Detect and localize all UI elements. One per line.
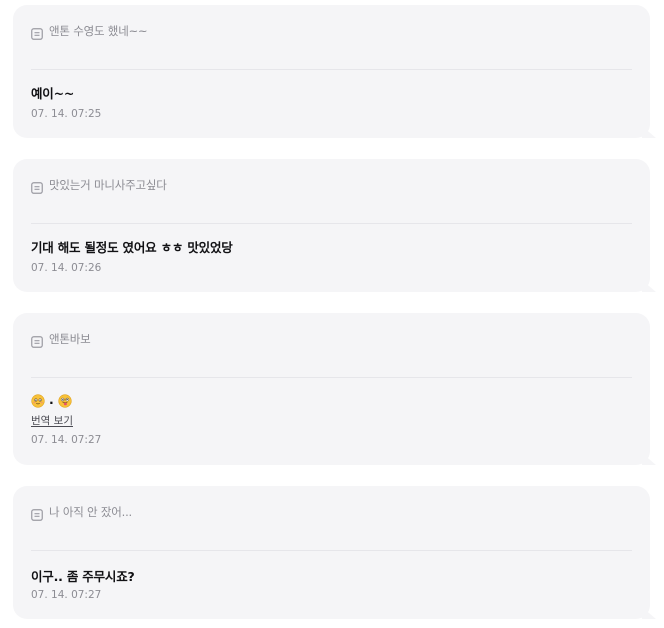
message-feed: 앤톤 수영도 했네~~ 예이~~ 07. 14. 07:25 맛있는거 마니사주… [0, 0, 664, 628]
divider [31, 550, 632, 551]
message-card[interactable]: 나 아직 안 잤어... 이구.. 좀 주무시죠? 07. 14. 07:27 [13, 486, 650, 619]
reply-text: 기대 해도 될정도 였어요 ㅎㅎ 맛있었당 [31, 240, 233, 255]
timestamp: 07. 14. 07:26 [31, 262, 102, 274]
translate-link[interactable]: 번역 보기 [31, 413, 73, 428]
divider [31, 377, 632, 378]
quoted-text: 앤톤 수영도 했네~~ [49, 24, 148, 38]
reply-separator: . [49, 392, 54, 407]
quote-icon [31, 506, 43, 521]
timestamp: 07. 14. 07:25 [31, 108, 102, 120]
quoted-message[interactable]: 맛있는거 마니사주고싶다 [31, 176, 167, 194]
message-card[interactable]: 앤톤 수영도 했네~~ 예이~~ 07. 14. 07:25 [13, 5, 650, 138]
quoted-text: 앤톤바보 [49, 332, 91, 346]
timestamp: 07. 14. 07:27 [31, 434, 102, 446]
reply-text: 예이~~ [31, 86, 75, 101]
quote-icon [31, 25, 43, 40]
reply-text: 이구.. 좀 주무시죠? [31, 569, 135, 584]
quoted-message[interactable]: 나 아직 안 잤어... [31, 503, 132, 521]
reply-emojis: . [31, 392, 72, 408]
tongue-face-emoji [58, 393, 72, 408]
message-card[interactable]: 맛있는거 마니사주고싶다 기대 해도 될정도 였어요 ㅎㅎ 맛있었당 07. 1… [13, 159, 650, 292]
quoted-message[interactable]: 앤톤 수영도 했네~~ [31, 22, 148, 40]
message-card[interactable]: 앤톤바보 . 번역 보기 07. 14. 07:27 [13, 313, 650, 465]
quote-icon [31, 179, 43, 194]
quoted-text: 나 아직 안 잤어... [49, 505, 133, 519]
timestamp: 07. 14. 07:27 [31, 589, 102, 601]
quoted-message[interactable]: 앤톤바보 [31, 330, 91, 348]
quoted-text: 맛있는거 마니사주고싶다 [49, 178, 167, 192]
quote-icon [31, 333, 43, 348]
divider [31, 223, 632, 224]
divider [31, 69, 632, 70]
smiling-face-emoji [31, 393, 45, 408]
